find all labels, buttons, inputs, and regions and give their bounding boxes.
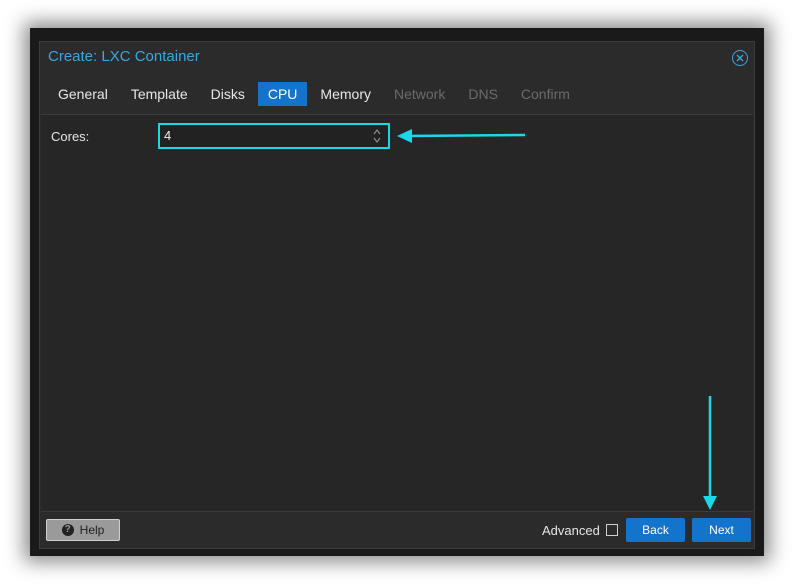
- spinner-icon[interactable]: [372, 127, 382, 145]
- tab-template[interactable]: Template: [121, 82, 198, 106]
- create-lxc-dialog: Create: LXC Container General Template D…: [39, 41, 755, 549]
- advanced-checkbox[interactable]: [606, 524, 618, 536]
- tab-disks[interactable]: Disks: [201, 82, 255, 106]
- cores-label: Cores:: [51, 129, 90, 144]
- tab-memory[interactable]: Memory: [310, 82, 381, 106]
- help-label: Help: [79, 523, 105, 537]
- next-button[interactable]: Next: [692, 518, 751, 542]
- dialog-footer: ? Help Advanced Back Next: [41, 512, 753, 548]
- help-button[interactable]: ? Help: [46, 519, 120, 541]
- dialog-title: Create: LXC Container: [48, 48, 200, 65]
- question-icon: ?: [61, 524, 74, 536]
- cpu-panel: Cores:: [41, 114, 753, 512]
- tab-dns: DNS: [468, 86, 498, 102]
- tab-general[interactable]: General: [48, 82, 118, 106]
- tab-cpu[interactable]: CPU: [257, 82, 308, 106]
- advanced-label: Advanced: [542, 523, 600, 538]
- cores-field[interactable]: [158, 123, 390, 149]
- close-icon[interactable]: [732, 50, 748, 66]
- tab-network: Network: [393, 86, 446, 102]
- back-button[interactable]: Back: [626, 518, 685, 542]
- cores-input[interactable]: [160, 125, 364, 147]
- wizard-tabs: General Template Disks CPU Memory Networ…: [48, 82, 583, 106]
- tab-confirm: Confirm: [520, 86, 570, 102]
